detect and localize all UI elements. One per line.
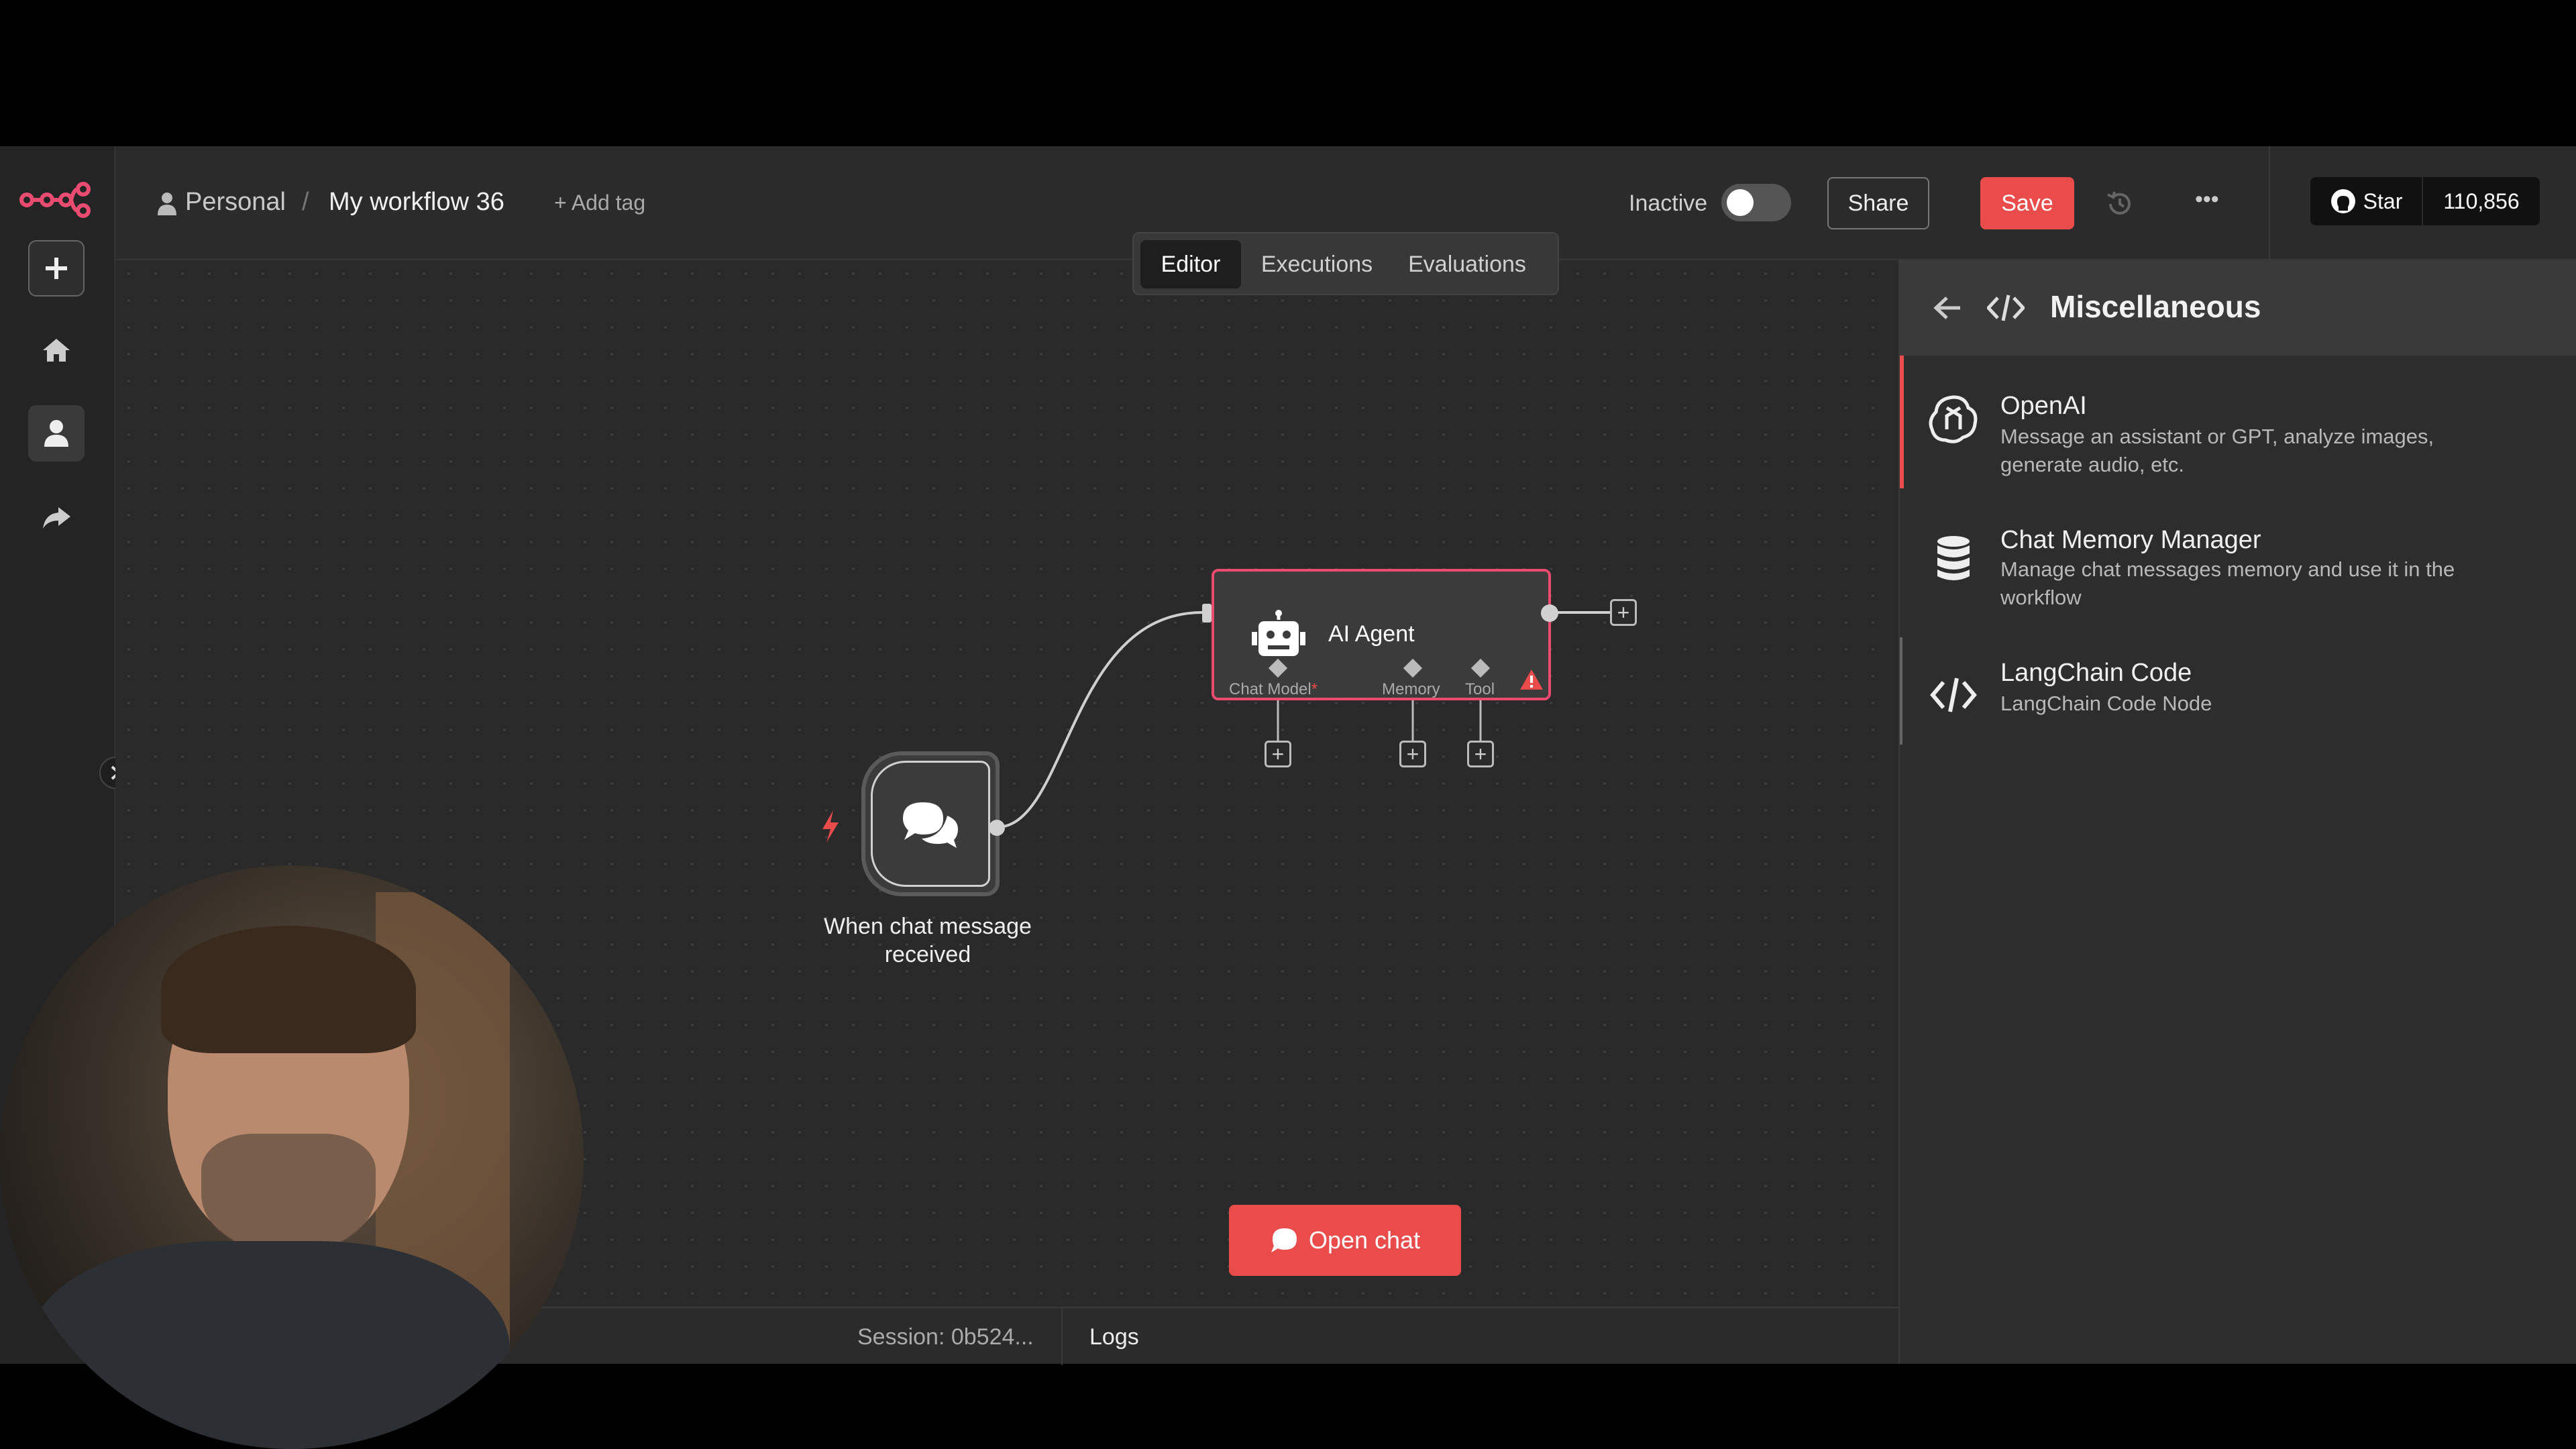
user-icon xyxy=(44,420,68,447)
n8n-logo[interactable] xyxy=(19,180,93,220)
robot-icon xyxy=(1252,610,1305,656)
share-arrow-icon xyxy=(43,507,70,529)
save-button[interactable]: Save xyxy=(1980,177,2074,229)
home-button[interactable] xyxy=(28,322,85,378)
open-chat-button[interactable]: Open chat xyxy=(1229,1205,1461,1276)
add-tool-button[interactable]: + xyxy=(1467,741,1494,767)
shared-button[interactable] xyxy=(28,490,85,546)
chat-model-port-label: Chat Model* xyxy=(1229,680,1318,698)
divider xyxy=(1061,1308,1063,1365)
trigger-to-agent-connection xyxy=(996,611,1203,828)
item-description: Manage chat messages memory and use it i… xyxy=(2000,557,2455,609)
panel-title: Miscellaneous xyxy=(2050,289,2261,324)
node-creator-panel: Miscellaneous OpenAI Message an assistan… xyxy=(1898,260,2576,1364)
webcam-person-shirt xyxy=(27,1241,510,1449)
warning-icon xyxy=(1520,669,1543,690)
view-tabs: Editor Executions Evaluations xyxy=(1132,232,1559,295)
history-icon[interactable] xyxy=(2105,189,2135,219)
webcam-person-beard xyxy=(201,1134,376,1254)
required-mark: * xyxy=(1311,680,1318,698)
trigger-bolt-icon xyxy=(822,810,839,843)
trigger-output-port[interactable] xyxy=(989,820,1005,836)
memory-port-label: Memory xyxy=(1382,680,1440,698)
toggle-knob xyxy=(1727,189,1754,216)
item-description: Message an assistant or GPT, analyze ima… xyxy=(2000,425,2434,476)
tab-evaluations[interactable]: Evaluations xyxy=(1393,240,1542,288)
item-description: LangChain Code Node xyxy=(2000,692,2212,715)
chat-bubble-icon xyxy=(1271,1228,1297,1252)
open-chat-label: Open chat xyxy=(1308,1226,1421,1254)
list-item-chat-memory-manager[interactable]: Chat Memory Manager Manage chat messages… xyxy=(1900,488,2576,621)
add-button[interactable] xyxy=(28,240,85,297)
agent-input-port[interactable] xyxy=(1202,604,1212,623)
list-item-langchain-code[interactable]: LangChain Code LangChain Code Node xyxy=(1900,621,2576,745)
logs-tab[interactable]: Logs xyxy=(1089,1324,1139,1350)
ai-agent-label: AI Agent xyxy=(1328,621,1415,647)
activate-toggle[interactable] xyxy=(1721,184,1791,221)
plus-icon xyxy=(46,258,67,279)
database-icon xyxy=(1927,531,1980,585)
trigger-node-inner xyxy=(871,761,990,887)
panel-header: Miscellaneous xyxy=(1900,260,2576,356)
breadcrumb-owner[interactable]: Personal xyxy=(185,188,286,217)
share-button[interactable]: Share xyxy=(1827,177,1929,229)
tab-editor[interactable]: Editor xyxy=(1140,240,1241,288)
code-icon xyxy=(1927,668,1980,722)
personal-button[interactable] xyxy=(28,405,85,462)
list-item-openai[interactable]: OpenAI Message an assistant or GPT, anal… xyxy=(1900,356,2576,488)
more-options-button[interactable]: ••• xyxy=(2195,186,2219,213)
divider xyxy=(2269,146,2270,260)
breadcrumb-separator: / xyxy=(302,188,309,216)
add-memory-button[interactable]: + xyxy=(1399,741,1426,767)
github-icon xyxy=(2330,189,2355,213)
home-icon xyxy=(43,339,70,362)
status-label: Inactive xyxy=(1629,191,1708,216)
github-star-button[interactable]: Star xyxy=(2310,177,2422,225)
selected-indicator xyxy=(1900,356,1904,488)
github-star-label: Star xyxy=(2363,189,2403,213)
openai-icon xyxy=(1927,392,1980,445)
github-star-count[interactable]: 110,856 xyxy=(2423,177,2540,225)
tool-port-label: Tool xyxy=(1465,680,1495,698)
trigger-node-label: When chat message received xyxy=(824,914,1032,967)
hover-indicator xyxy=(1900,637,1902,745)
chat-bubbles-icon xyxy=(903,802,958,848)
add-tag-link[interactable]: + Add tag xyxy=(554,191,645,215)
user-icon xyxy=(158,193,176,215)
webcam-person-hair xyxy=(161,926,416,1053)
tab-executions[interactable]: Executions xyxy=(1248,240,1386,288)
chat-trigger-node[interactable] xyxy=(861,751,1000,896)
workflow-name[interactable]: My workflow 36 xyxy=(329,188,504,217)
back-arrow-icon[interactable] xyxy=(1933,295,1963,321)
add-next-node-button[interactable]: + xyxy=(1610,599,1637,626)
session-id: Session: 0b524... xyxy=(857,1324,1034,1350)
add-chat-model-button[interactable]: + xyxy=(1265,741,1291,767)
webcam-overlay xyxy=(0,865,584,1449)
item-title: LangChain Code xyxy=(2000,659,2192,687)
agent-output-port[interactable] xyxy=(1541,604,1558,622)
item-title: OpenAI xyxy=(2000,392,2087,420)
item-title: Chat Memory Manager xyxy=(2000,526,2261,554)
code-icon xyxy=(1987,294,2025,321)
